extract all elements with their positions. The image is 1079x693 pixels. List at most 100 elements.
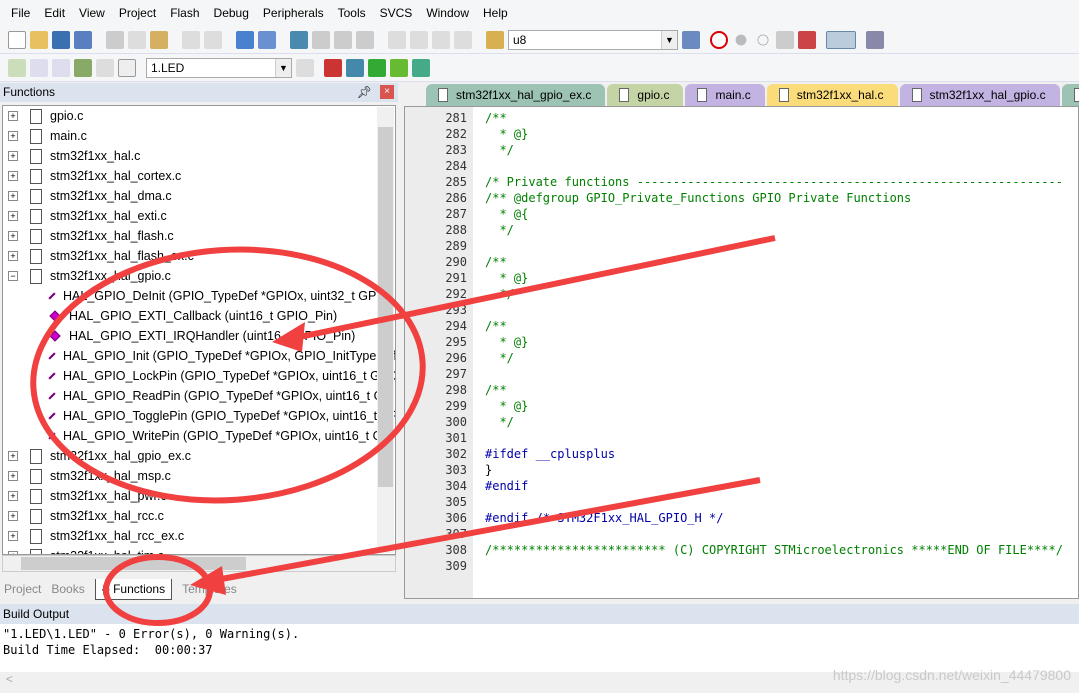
open-folder-icon[interactable] (30, 30, 48, 49)
menu-view[interactable]: View (72, 6, 112, 20)
tree-file[interactable]: + stm32f1xx_hal_rcc.c (3, 506, 395, 526)
tree-file[interactable]: + stm32f1xx_hal.c (3, 146, 395, 166)
collapse-icon[interactable]: − (8, 271, 18, 281)
menu-edit[interactable]: Edit (37, 6, 72, 20)
menu-peripherals[interactable]: Peripherals (256, 6, 331, 20)
menu-window[interactable]: Window (419, 6, 476, 20)
new-file-icon[interactable] (8, 30, 26, 49)
cut-icon[interactable] (106, 30, 124, 49)
tree-file[interactable]: + main.c (3, 126, 395, 146)
tree-function[interactable]: HAL_GPIO_WritePin (GPIO_TypeDef *GPIOx, … (3, 426, 395, 446)
stop-build-icon[interactable] (96, 58, 114, 77)
chevron-down-icon[interactable]: ▼ (661, 30, 677, 49)
window-config-icon[interactable] (826, 30, 856, 49)
tree-file[interactable]: + gpio.c (3, 106, 395, 126)
horizontal-scrollbar[interactable] (2, 555, 396, 572)
tree-file[interactable]: + stm32f1xx_hal_dma.c (3, 186, 395, 206)
tree-function[interactable]: HAL_GPIO_ReadPin (GPIO_TypeDef *GPIOx, u… (3, 386, 395, 406)
select-packs-icon[interactable] (346, 58, 364, 77)
editor-tab[interactable]: main.c (685, 84, 765, 106)
tab-books[interactable]: Books (51, 582, 84, 596)
clear-bookmarks-icon[interactable] (356, 30, 374, 49)
editor-tab[interactable]: stm32f1xx_hal.c (766, 84, 898, 106)
expand-icon[interactable]: + (8, 451, 18, 461)
prev-bookmark-icon[interactable] (312, 30, 330, 49)
menu-debug[interactable]: Debug (207, 6, 256, 20)
breakpoint-icon[interactable] (735, 34, 747, 45)
expand-icon[interactable]: + (8, 111, 18, 121)
tree-function[interactable]: HAL_GPIO_EXTI_IRQHandler (uint16_t GPIO_… (3, 326, 395, 346)
debug-session-icon[interactable] (710, 30, 728, 49)
expand-icon[interactable]: + (8, 151, 18, 161)
comment-icon[interactable] (432, 30, 450, 49)
tree-file[interactable]: + stm32f1xx_hal_cortex.c (3, 166, 395, 186)
editor-tab[interactable]: stm32f1xx_hal_gpio_ex.c (426, 84, 606, 106)
code-editor[interactable]: 281/** 282 * @} 283 */284 285/* Private fun… (404, 106, 1079, 599)
tree-function[interactable]: HAL_GPIO_EXTI_Callback (uint16_t GPIO_Pi… (3, 306, 395, 326)
bookmark-icon[interactable] (290, 30, 308, 49)
tools-wrench-icon[interactable] (866, 30, 884, 49)
expand-icon[interactable]: + (8, 231, 18, 241)
indent-icon[interactable] (388, 30, 406, 49)
editor-tab[interactable]: gpio.c (607, 84, 684, 106)
tree-file[interactable]: + stm32f1xx_hal_msp.c (3, 466, 395, 486)
paste-icon[interactable] (150, 30, 168, 49)
expand-icon[interactable]: + (8, 191, 18, 201)
target-select[interactable]: 1.LED ▼ (146, 57, 292, 78)
tab-templates[interactable]: Templates (182, 582, 237, 596)
find-in-files-icon[interactable] (486, 30, 504, 49)
expand-icon[interactable]: + (8, 511, 18, 521)
target-options-icon[interactable] (296, 58, 314, 77)
editor-tab[interactable]: stm32f1xx_hal_gpio.c (899, 84, 1060, 106)
tree-file[interactable]: + stm32f1xx_hal_flash_ex.c (3, 246, 395, 266)
expand-icon[interactable]: + (8, 491, 18, 501)
disable-breakpoint-icon[interactable] (757, 34, 769, 45)
vertical-scrollbar[interactable] (377, 107, 394, 553)
menu-tools[interactable]: Tools (331, 6, 373, 20)
uncomment-icon[interactable] (454, 30, 472, 49)
pack-installer-icon[interactable] (412, 58, 430, 77)
unindent-icon[interactable] (410, 30, 428, 49)
tab-functions[interactable]: {} Functions (94, 578, 173, 600)
undo-icon[interactable] (182, 30, 200, 49)
translate-icon[interactable] (8, 58, 26, 77)
forward-icon[interactable] (258, 30, 276, 49)
expand-icon[interactable]: + (8, 131, 18, 141)
expand-icon[interactable]: + (8, 171, 18, 181)
menu-help[interactable]: Help (476, 6, 515, 20)
pin-icon[interactable]: 📌︎ (357, 83, 372, 102)
tree-file[interactable]: + stm32f1xx_hal_pwr.c (3, 486, 395, 506)
expand-icon[interactable]: + (8, 211, 18, 221)
copy-icon[interactable] (128, 30, 146, 49)
tree-function[interactable]: HAL_GPIO_TogglePin (GPIO_TypeDef *GPIOx,… (3, 406, 395, 426)
kill-breakpoints-icon[interactable] (798, 30, 816, 49)
find-icon[interactable] (682, 30, 700, 49)
manage-rte-icon[interactable] (368, 58, 386, 77)
tree-file[interactable]: + stm32f1xx_hal_flash.c (3, 226, 395, 246)
build-icon[interactable] (30, 58, 48, 77)
tab-project[interactable]: Project (4, 582, 41, 596)
search-combo[interactable]: u8 ▼ (508, 29, 678, 50)
chevron-down-icon[interactable]: ▼ (275, 58, 291, 77)
tree-file[interactable]: + stm32f1xx_hal_exti.c (3, 206, 395, 226)
tree-function[interactable]: HAL_GPIO_LockPin (GPIO_TypeDef *GPIOx, u… (3, 366, 395, 386)
save-all-icon[interactable] (74, 30, 92, 49)
disable-all-breakpoints-icon[interactable] (776, 30, 794, 49)
menu-project[interactable]: Project (112, 6, 163, 20)
expand-icon[interactable]: + (8, 251, 18, 261)
redo-icon[interactable] (204, 30, 222, 49)
tree-file[interactable]: − stm32f1xx_hal_gpio.c (3, 266, 395, 286)
menu-file[interactable]: File (4, 6, 37, 20)
next-bookmark-icon[interactable] (334, 30, 352, 49)
batch-build-icon[interactable] (74, 58, 92, 77)
editor-tab[interactable]: stm32f1xx_hal_gpio.h (1061, 84, 1079, 106)
close-icon[interactable]: × (380, 85, 394, 99)
rebuild-icon[interactable] (52, 58, 70, 77)
expand-icon[interactable]: + (8, 471, 18, 481)
tree-file[interactable]: + stm32f1xx_hal_rcc_ex.c (3, 526, 395, 546)
tree-function[interactable]: HAL_GPIO_DeInit (GPIO_TypeDef *GPIOx, ui… (3, 286, 395, 306)
menu-svcs[interactable]: SVCS (373, 6, 420, 20)
tree-function[interactable]: HAL_GPIO_Init (GPIO_TypeDef *GPIOx, GPIO… (3, 346, 395, 366)
select-software-packs-icon[interactable] (390, 58, 408, 77)
menu-flash[interactable]: Flash (163, 6, 206, 20)
